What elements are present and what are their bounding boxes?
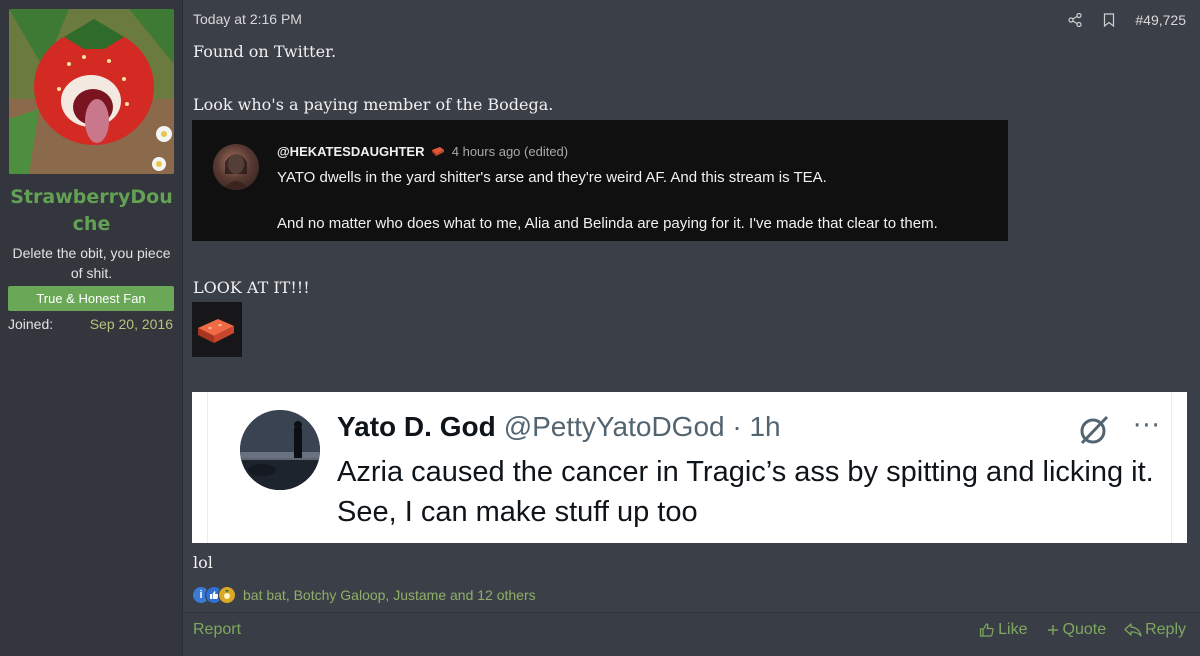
bookmark-icon[interactable] — [1101, 12, 1117, 28]
reply-button[interactable]: Reply — [1124, 621, 1186, 639]
joined-label: Joined: — [8, 316, 54, 332]
tweet-display-name: Yato D. God — [337, 411, 496, 442]
brick-icon — [432, 147, 445, 156]
tweet-text: Azria caused the cancer in Tragic’s ass … — [337, 456, 1154, 528]
commenter-handle: @HEKATESDAUGHTER 4 hours ago (edited) — [277, 144, 568, 159]
like-button[interactable]: Like — [979, 621, 1028, 639]
medal-icon — [218, 586, 236, 604]
brick-emoji-icon — [198, 319, 234, 343]
username[interactable]: StrawberryDou che — [0, 184, 183, 238]
commenter-avatar — [213, 144, 259, 190]
post-text-3: LOOK AT IT!!! — [193, 278, 310, 297]
post-number-link[interactable]: #49,725 — [1135, 12, 1186, 28]
post-text-4: lol — [193, 553, 213, 572]
post-timestamp[interactable]: Today at 2:16 PM — [193, 11, 302, 27]
comment-line-2: And no matter who does what to me, Alia … — [277, 215, 938, 232]
plus-icon — [1047, 625, 1058, 635]
quote-button[interactable]: Quote — [1046, 621, 1107, 639]
reply-icon — [1124, 623, 1142, 637]
reactions-bar[interactable]: i bat bat, Botchy Galoop, Justame and 12… — [192, 585, 536, 605]
tweet-author: Yato D. God @PettyYatoDGod · 1h — [337, 411, 781, 443]
avatar[interactable] — [9, 9, 174, 174]
username-part-2[interactable]: che — [73, 213, 111, 235]
brick-image[interactable] — [192, 302, 242, 357]
tweet-handle-time: @PettyYatoDGod · 1h — [503, 411, 781, 442]
reaction-icons[interactable]: i — [192, 586, 236, 604]
report-button[interactable]: Report — [193, 621, 241, 639]
user-title: Delete the obit, you piece of shit. — [12, 245, 171, 281]
more-options-icon: ··· — [1133, 411, 1161, 441]
grok-icon — [1076, 412, 1112, 448]
share-icon[interactable] — [1067, 12, 1083, 28]
strawberry-avatar-image — [9, 9, 174, 174]
joined-date: Sep 20, 2016 — [89, 316, 173, 332]
reaction-users-link[interactable]: bat bat, Botchy Galoop, Justame and 12 o… — [243, 587, 536, 603]
comment-time: 4 hours ago (edited) — [451, 144, 569, 159]
post-text-1: Found on Twitter. — [193, 42, 337, 61]
reply-label: Reply — [1145, 621, 1186, 638]
user-banner: True & Honest Fan — [8, 286, 174, 311]
tweet-frame: Yato D. God @PettyYatoDGod · 1h ··· Azria… — [207, 392, 1172, 543]
tweet-image[interactable]: Yato D. God @PettyYatoDGod · 1h ··· Azria… — [192, 392, 1187, 543]
like-label: Like — [998, 621, 1028, 638]
post-actions-top: #49,725 — [1067, 9, 1186, 31]
post-text-2: Look who's a paying member of the Bodega… — [193, 95, 554, 114]
username-part-1[interactable]: StrawberryDou — [10, 186, 172, 208]
post-footer-actions: Like Quote Reply — [979, 621, 1186, 639]
commenter-handle-text: @HEKATESDAUGHTER — [277, 144, 425, 159]
tweet-avatar — [240, 410, 320, 490]
embedded-comment-image[interactable]: @HEKATESDAUGHTER 4 hours ago (edited) YA… — [192, 120, 1008, 241]
quote-label: Quote — [1062, 621, 1107, 638]
user-sidebar: StrawberryDou che Delete the obit, you pi… — [0, 0, 183, 656]
comment-line-1: YATO dwells in the yard shitter's arse a… — [277, 169, 827, 186]
thumbs-up-icon — [980, 623, 994, 637]
